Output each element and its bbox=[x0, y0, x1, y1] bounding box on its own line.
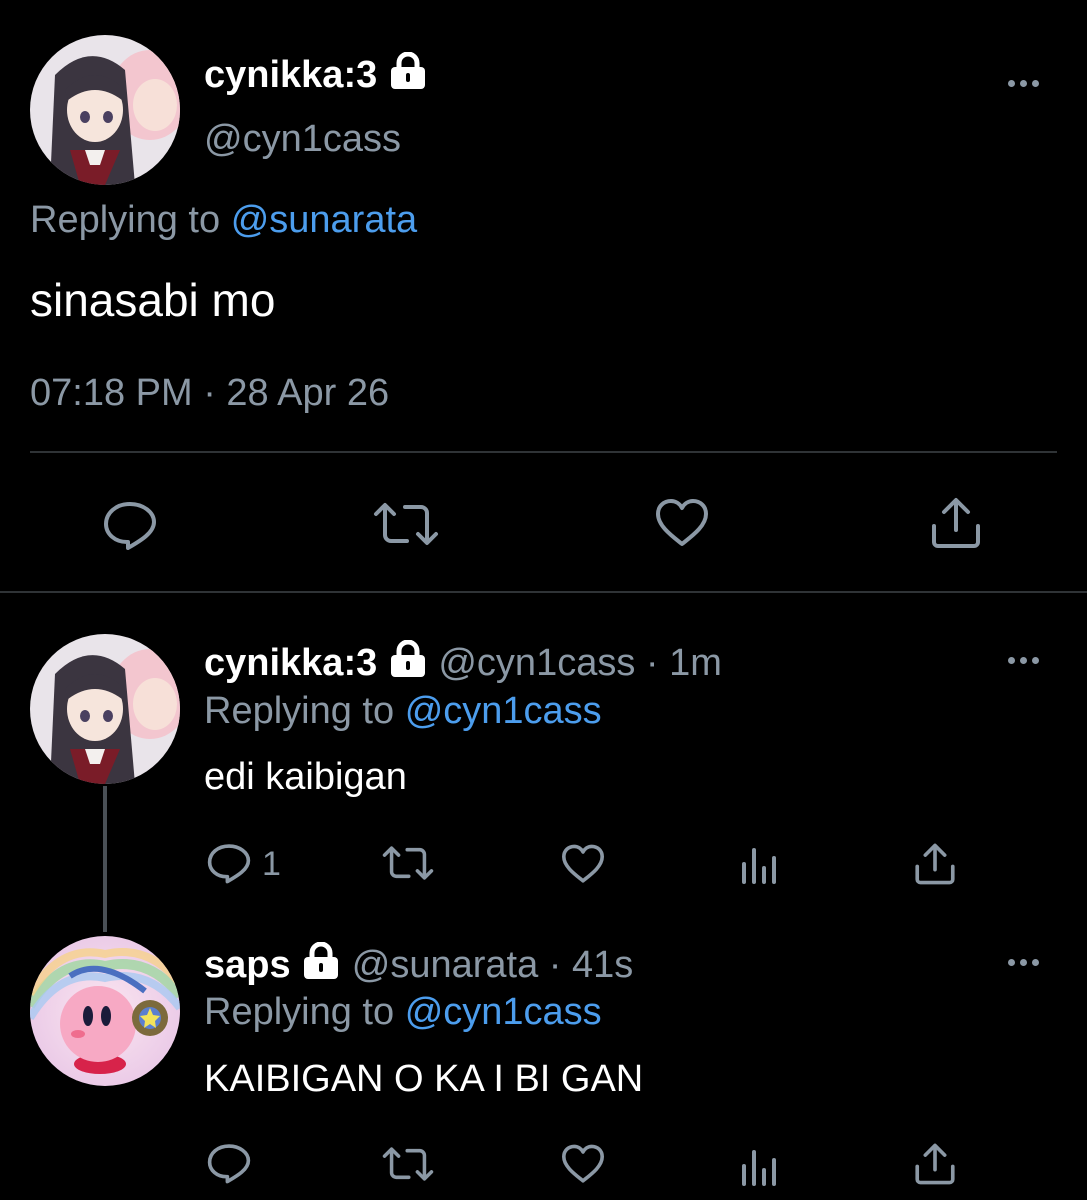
more-icon[interactable] bbox=[1008, 959, 1039, 966]
display-name[interactable]: cynikka:3 bbox=[204, 642, 377, 684]
like-icon[interactable] bbox=[560, 844, 606, 884]
timestamp[interactable]: 07:18 PM · 28 Apr 26 bbox=[30, 369, 389, 417]
reply-age[interactable]: · 1m bbox=[646, 642, 722, 684]
retweet-icon[interactable] bbox=[382, 845, 434, 881]
handle[interactable]: @cyn1cass bbox=[204, 116, 401, 162]
reply-icon[interactable] bbox=[206, 842, 252, 884]
share-icon[interactable] bbox=[914, 1142, 956, 1186]
replying-line: Replying to @cyn1cass bbox=[204, 989, 602, 1035]
retweet-icon[interactable] bbox=[382, 1146, 434, 1182]
divider bbox=[30, 451, 1057, 453]
replying-to-link[interactable]: @sunarata bbox=[231, 199, 417, 241]
more-icon[interactable] bbox=[1008, 657, 1039, 664]
analytics-icon[interactable] bbox=[740, 1146, 780, 1186]
replying-to-link[interactable]: @cyn1cass bbox=[405, 690, 602, 732]
avatar[interactable] bbox=[30, 35, 180, 185]
retweet-icon[interactable] bbox=[373, 501, 439, 547]
lock-icon bbox=[301, 941, 341, 991]
display-name[interactable]: cynikka:3 bbox=[204, 51, 428, 101]
reply-age[interactable]: · 41s bbox=[549, 944, 633, 986]
reply-icon[interactable] bbox=[102, 499, 158, 551]
analytics-icon[interactable] bbox=[740, 844, 780, 884]
replying-prefix: Replying to bbox=[204, 991, 395, 1033]
replying-line: Replying to @sunarata bbox=[30, 196, 417, 244]
avatar[interactable] bbox=[30, 936, 180, 1086]
replying-line: Replying to @cyn1cass bbox=[204, 688, 602, 734]
display-name[interactable]: saps bbox=[204, 944, 291, 986]
reply-icon[interactable] bbox=[206, 1142, 252, 1184]
replying-to-link[interactable]: @cyn1cass bbox=[405, 991, 602, 1033]
reply-header: saps @sunarata · 41s bbox=[204, 941, 633, 991]
like-icon[interactable] bbox=[560, 1144, 606, 1184]
lock-icon bbox=[388, 639, 428, 689]
reply-header: cynikka:3 @cyn1cass · 1m bbox=[204, 639, 722, 689]
handle[interactable]: @cyn1cass bbox=[438, 642, 635, 684]
display-name-text[interactable]: cynikka:3 bbox=[204, 54, 377, 96]
replying-prefix: Replying to bbox=[204, 690, 395, 732]
reply-text: KAIBIGAN O KA I BI GAN bbox=[204, 1058, 644, 1100]
share-icon[interactable] bbox=[914, 842, 956, 886]
handle[interactable]: @sunarata bbox=[352, 944, 538, 986]
tweet-text: sinasabi mo bbox=[30, 274, 276, 326]
thread-line bbox=[103, 786, 107, 932]
reply-text: edi kaibigan bbox=[204, 756, 407, 798]
reply-count: 1 bbox=[262, 845, 281, 883]
divider bbox=[0, 591, 1087, 593]
avatar[interactable] bbox=[30, 634, 180, 784]
share-icon[interactable] bbox=[930, 496, 982, 550]
more-icon[interactable] bbox=[1008, 80, 1039, 87]
like-icon[interactable] bbox=[654, 498, 710, 548]
replying-prefix: Replying to bbox=[30, 199, 221, 241]
lock-icon bbox=[388, 51, 428, 101]
